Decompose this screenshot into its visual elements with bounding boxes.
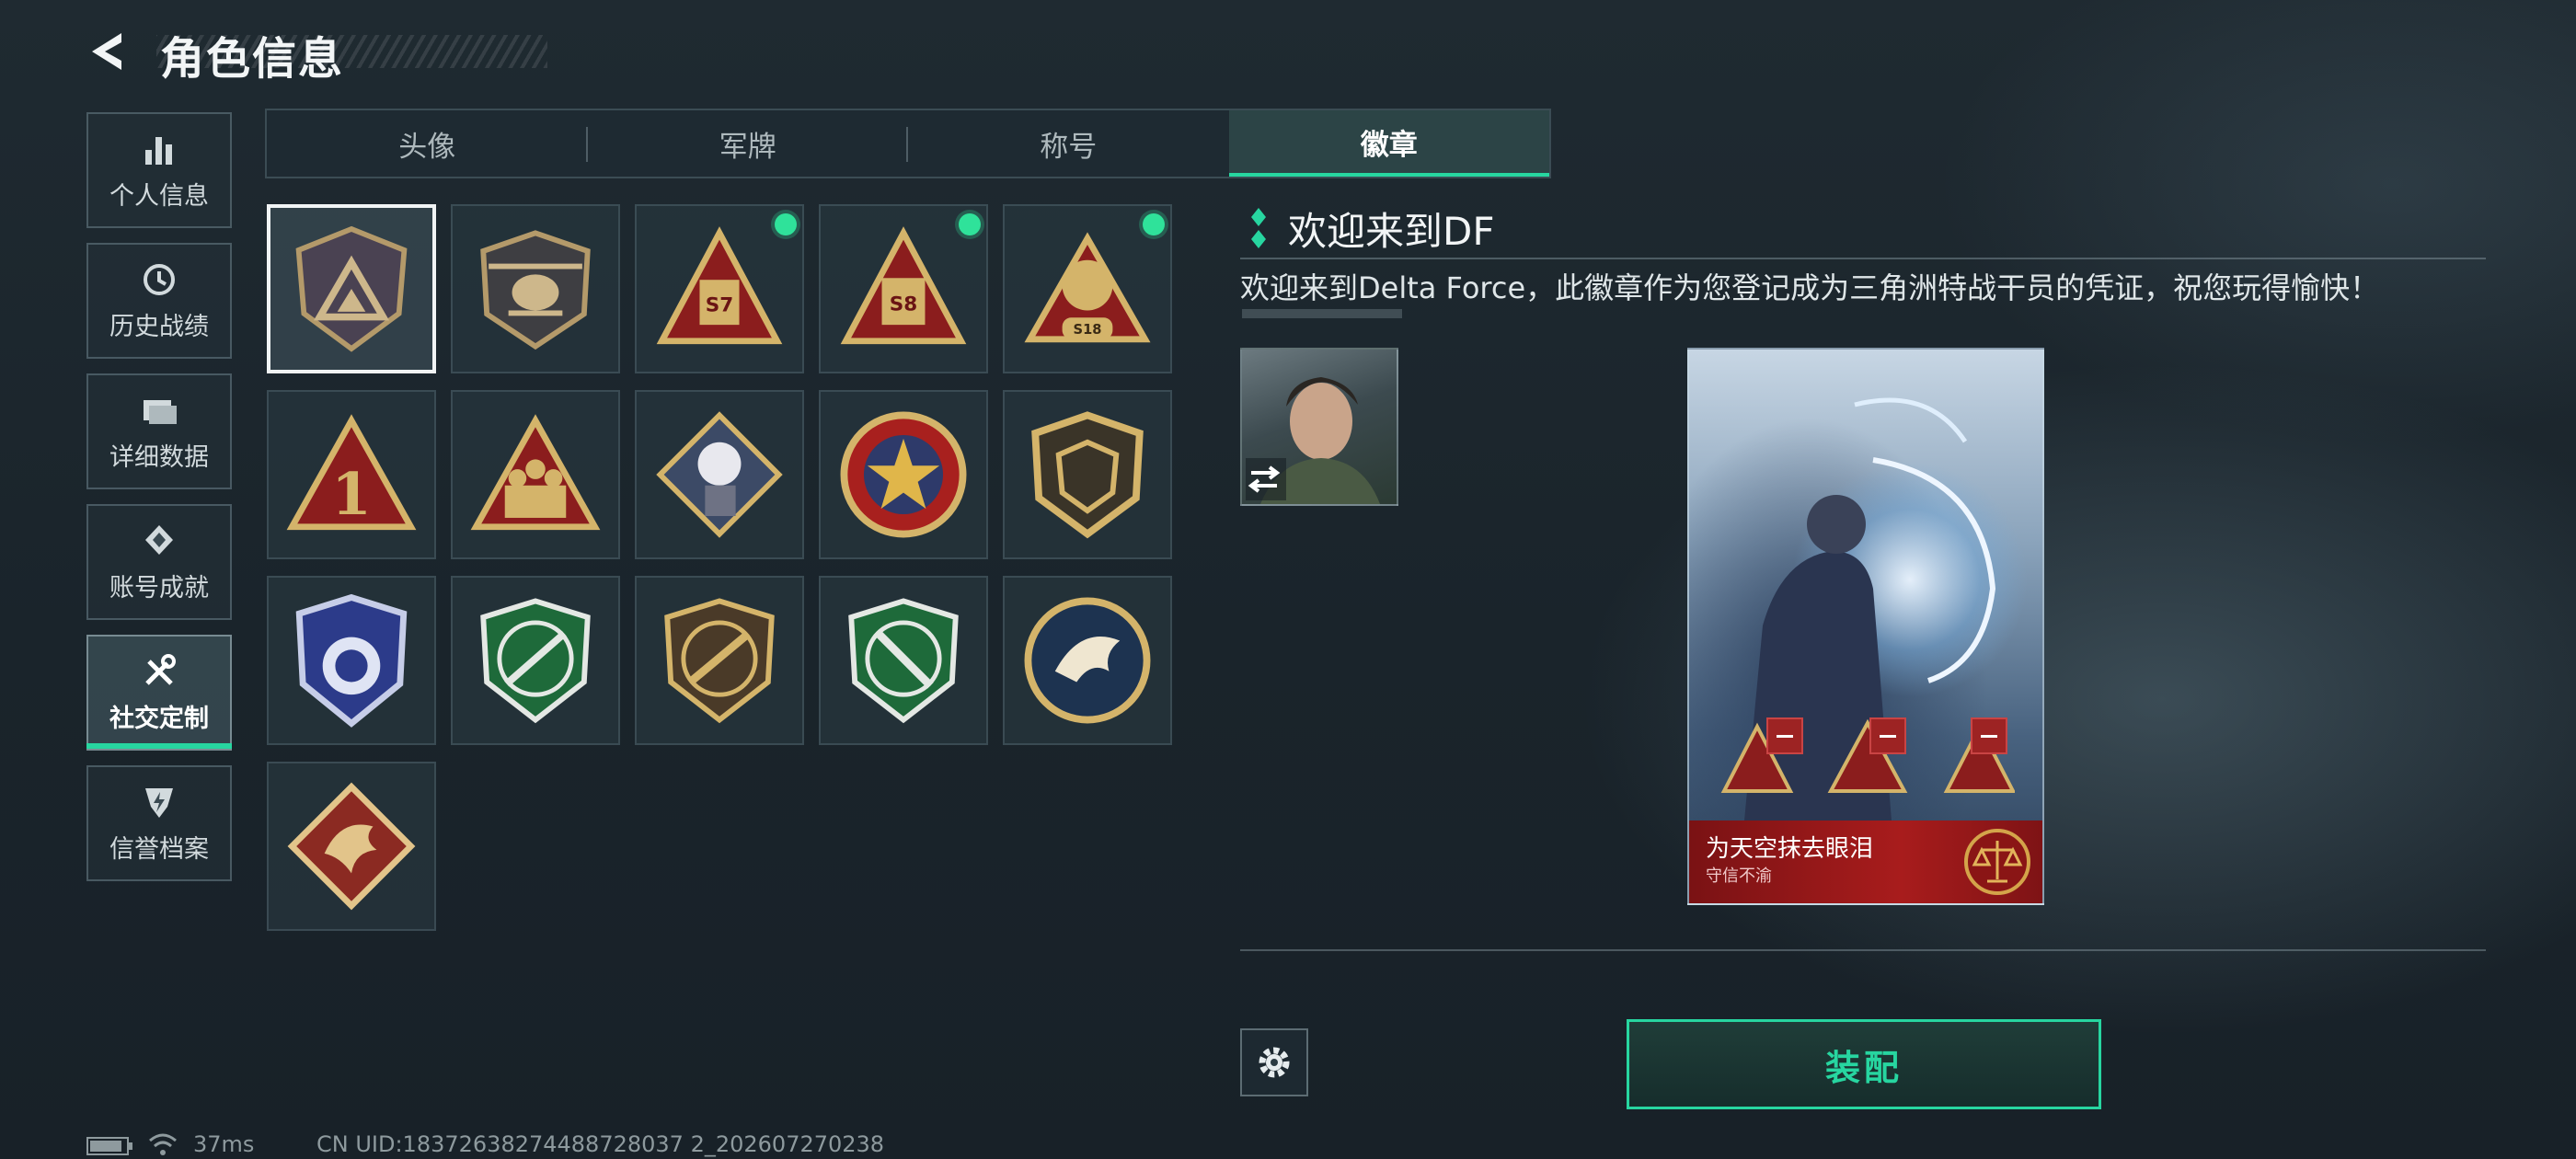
badge-gold-shield[interactable] <box>1003 390 1172 559</box>
sidebar-item-label: 账号成就 <box>109 573 209 602</box>
rose-badge-icon <box>656 411 783 538</box>
badge-season-18[interactable]: S18 <box>1003 204 1172 373</box>
gear-icon <box>1259 1047 1290 1078</box>
divider <box>1240 949 2486 951</box>
badge-label: S8 <box>890 293 917 316</box>
tab-label: 军牌 <box>719 130 776 164</box>
green-rifle-badge-icon <box>480 598 591 724</box>
card-subtitle: 守信不渝 <box>1706 866 1772 886</box>
badge-soldiers[interactable] <box>451 390 620 559</box>
tab-title[interactable]: 称号 <box>908 110 1229 177</box>
badge-eagle[interactable] <box>1003 576 1172 745</box>
folder-icon <box>144 399 177 424</box>
tab-badge[interactable]: 徽章 <box>1228 110 1549 177</box>
tab-label: 头像 <box>398 130 456 164</box>
badge-green-rifle[interactable] <box>451 576 620 745</box>
badge-star-compass[interactable] <box>819 390 988 559</box>
page-title: 角色信息 <box>160 33 345 85</box>
gold-shield-badge-icon <box>1031 411 1144 539</box>
badge-rank-one[interactable]: 1 <box>267 390 436 559</box>
tab-bar: 头像 军牌 称号 徽章 <box>265 109 1551 178</box>
bar-chart-icon <box>145 136 172 165</box>
green-rocket-badge-icon <box>848 598 959 724</box>
sidebar-active-indicator <box>86 743 232 749</box>
badge-label: 1 <box>331 460 372 528</box>
badge-dragon[interactable] <box>267 762 436 931</box>
helicopter-badge-icon <box>480 230 591 350</box>
achievement-icon <box>145 524 173 555</box>
smg-badge-icon <box>664 598 775 724</box>
blue-shield-badge-icon <box>295 593 408 728</box>
card-title: 为天空抹去眼泪 <box>1706 835 1874 863</box>
history-icon <box>144 263 175 295</box>
badge-season-7[interactable]: S7 <box>635 204 804 373</box>
wifi-icon <box>149 1133 177 1155</box>
back-arrow-icon <box>92 33 121 70</box>
sidebar-item-label: 个人信息 <box>109 181 209 211</box>
badge-label: S18 <box>1074 322 1102 338</box>
dragon-badge-icon <box>287 782 416 911</box>
soldiers-badge-icon <box>470 414 601 531</box>
badge-helicopter[interactable] <box>451 204 620 373</box>
back-button[interactable] <box>85 26 136 77</box>
tab-avatar[interactable]: 头像 <box>267 110 588 177</box>
tab-label: 称号 <box>1040 130 1098 164</box>
scales-emblem-icon <box>1964 829 2030 895</box>
operator-portrait <box>1246 377 1380 504</box>
equip-button[interactable]: 装配 <box>1627 1019 2101 1109</box>
badge-smg[interactable] <box>635 576 804 745</box>
tab-dogtag[interactable]: 军牌 <box>588 110 908 177</box>
sidebar-item-history[interactable]: 历史战绩 <box>86 243 232 359</box>
divider <box>1240 258 2486 259</box>
card-title-bar: 为天空抹去眼泪 守信不渝 <box>1689 820 2042 903</box>
sidebar-item-reputation[interactable]: 信誉档案 <box>86 765 232 881</box>
sidebar-item-label: 历史战绩 <box>109 312 209 341</box>
badge-blue-wings[interactable] <box>267 576 436 745</box>
sidebar-item-social[interactable]: 社交定制 <box>86 635 232 751</box>
star-badge-icon <box>840 411 967 538</box>
settings-button[interactable] <box>1240 1028 1308 1096</box>
uid-readout: CN UID:18372638274488728037 2_2026072702… <box>316 1131 885 1157</box>
badge-detail-title: 欢迎来到DF <box>1288 209 1495 254</box>
eagle-badge-icon <box>1024 597 1151 724</box>
remove-badge-button[interactable] <box>1766 717 1803 754</box>
ping-readout: 37ms <box>193 1131 255 1157</box>
sidebar-item-label: 信誉档案 <box>109 834 209 864</box>
description-underline <box>1242 309 1402 318</box>
badge-green-rocket[interactable] <box>819 576 988 745</box>
profile-card-preview: 为天空抹去眼泪 守信不渝 <box>1687 348 2044 905</box>
new-indicator-dot <box>1143 213 1165 235</box>
sidebar-item-personal-info[interactable]: 个人信息 <box>86 112 232 228</box>
rank-one-badge-icon: 1 <box>286 414 417 531</box>
battery-icon <box>86 1137 132 1155</box>
sidebar-item-details[interactable]: 详细数据 <box>86 373 232 489</box>
badge-label: S7 <box>706 293 733 316</box>
remove-badge-button[interactable] <box>1869 717 1906 754</box>
delta-shield-badge-icon <box>295 225 408 352</box>
tools-icon <box>145 653 176 685</box>
new-indicator-dot <box>959 213 981 235</box>
badge-rose[interactable] <box>635 390 804 559</box>
shield-lightning-icon <box>145 787 173 818</box>
new-indicator-dot <box>775 213 797 235</box>
badge-description: 欢迎来到Delta Force，此徽章作为您登记成为三角洲特战干员的凭证，祝您玩… <box>1240 270 2380 305</box>
remove-badge-button[interactable] <box>1971 717 2007 754</box>
sidebar-item-achievements[interactable]: 账号成就 <box>86 504 232 620</box>
title-marker-icon <box>1251 208 1266 248</box>
tab-label: 徽章 <box>1360 128 1418 162</box>
sidebar-item-label: 社交定制 <box>109 704 209 733</box>
badge-season-8[interactable]: S8 <box>819 204 988 373</box>
sidebar-item-label: 详细数据 <box>109 442 209 472</box>
operator-avatar[interactable] <box>1240 348 1398 506</box>
badge-delta-force[interactable] <box>267 204 436 373</box>
